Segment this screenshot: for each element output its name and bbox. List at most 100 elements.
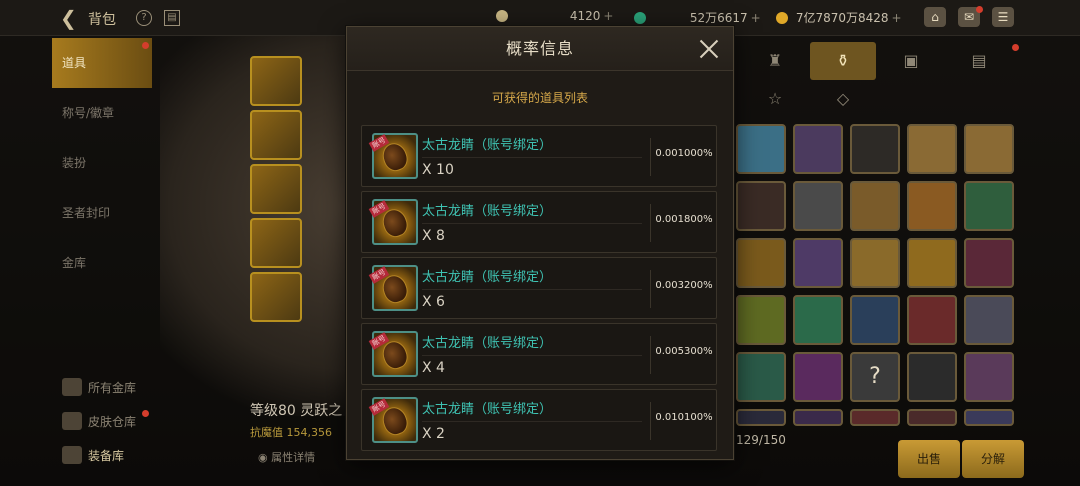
grid-item[interactable] — [850, 238, 900, 288]
grid-item[interactable] — [907, 352, 957, 402]
grid-item[interactable] — [736, 181, 786, 231]
grid-item[interactable] — [793, 124, 843, 174]
reward-qty: X 10 — [422, 162, 454, 178]
add-jade-icon[interactable]: + — [751, 11, 761, 25]
skin-storage-button[interactable]: 皮肤仓库 — [62, 412, 136, 430]
tab-helmet-icon[interactable]: ♜ — [742, 42, 808, 80]
gold-coin-icon — [776, 12, 788, 24]
add-moon-icon[interactable]: + — [603, 9, 613, 23]
back-arrow-icon[interactable]: ❮ — [60, 6, 77, 30]
column-divider — [650, 204, 651, 242]
grid-item[interactable] — [907, 295, 957, 345]
reward-name: 太古龙睛（账号绑定） — [422, 402, 553, 417]
help-icon[interactable]: ? — [136, 10, 152, 26]
grid-item[interactable] — [736, 352, 786, 402]
reward-row: 账号 太古龙睛（账号绑定） X 10 0.001000% — [361, 125, 717, 187]
chat-icon[interactable]: ☰ — [992, 7, 1014, 27]
reward-row: 账号 太古龙睛（账号绑定） X 2 0.010100% — [361, 389, 717, 451]
close-icon[interactable] — [697, 37, 721, 61]
grid-item[interactable] — [736, 238, 786, 288]
grid-item[interactable] — [736, 409, 786, 426]
equip-slot[interactable] — [250, 272, 302, 322]
nav-item-outfits[interactable]: 装扮 — [52, 138, 152, 188]
dragon-eye-seed-icon[interactable]: 账号 — [368, 397, 418, 443]
grid-item[interactable] — [964, 238, 1014, 288]
grid-item[interactable] — [793, 181, 843, 231]
equip-slot[interactable] — [250, 164, 302, 214]
nav-item-titles[interactable]: 称号/徽章 — [52, 88, 152, 138]
character-level-name: 等级80 灵跃之 — [250, 403, 343, 419]
tab-box-icon[interactable]: ▣ — [878, 42, 944, 80]
tab-star-icon[interactable]: ☆ — [742, 80, 808, 118]
tab-potion-icon[interactable]: ⚱ — [810, 42, 876, 80]
equip-slot[interactable] — [250, 110, 302, 160]
row-divider — [422, 289, 642, 290]
grid-item[interactable] — [907, 409, 957, 426]
grid-item[interactable] — [907, 124, 957, 174]
column-divider — [650, 336, 651, 374]
row-divider — [422, 355, 642, 356]
tab-badge — [1012, 44, 1019, 51]
guide-book-icon[interactable]: ▤ — [164, 10, 180, 26]
equip-slot[interactable] — [250, 56, 302, 106]
equip-slot[interactable] — [250, 218, 302, 268]
grid-item[interactable] — [907, 238, 957, 288]
grid-item[interactable] — [964, 124, 1014, 174]
grid-item[interactable] — [736, 124, 786, 174]
grid-item[interactable] — [793, 352, 843, 402]
reward-name: 太古龙睛（账号绑定） — [422, 138, 553, 153]
grid-item[interactable] — [964, 181, 1014, 231]
grid-item[interactable] — [964, 409, 1014, 426]
grid-item[interactable] — [736, 295, 786, 345]
nav-item-vault[interactable]: 金库 — [52, 238, 152, 288]
grid-item[interactable] — [793, 295, 843, 345]
all-vault-button[interactable]: 所有金库 — [62, 378, 136, 396]
grid-item[interactable] — [793, 409, 843, 426]
sell-button[interactable]: 出售 — [898, 440, 960, 478]
grid-item[interactable] — [850, 124, 900, 174]
skin-icon — [62, 412, 82, 430]
tab-diamond-icon[interactable]: ◇ — [810, 80, 876, 118]
currency-moon: 4120 + — [496, 9, 613, 23]
currency-gold-value: 7亿7870万8428 — [795, 11, 889, 25]
nav-item-seal[interactable]: 圣者封印 — [52, 188, 152, 238]
equipment-storage-label: 装备库 — [88, 449, 125, 463]
moon-coin-icon — [496, 10, 508, 22]
grid-item[interactable] — [850, 409, 900, 426]
character-info: 等级80 灵跃之 抗魔值 154,356 — [250, 400, 342, 440]
dragon-eye-seed-icon[interactable]: 账号 — [368, 331, 418, 377]
currency-moon-value: 4120 — [569, 9, 601, 23]
dragon-eye-seed-icon[interactable]: 账号 — [368, 265, 418, 311]
reward-qty: X 4 — [422, 360, 445, 376]
modal-subtitle: 可获得的道具列表 — [491, 91, 588, 105]
currency-gold: 7亿7870万8428 + — [776, 9, 902, 26]
shop-icon[interactable]: ⌂ — [924, 7, 946, 27]
reward-qty: X 2 — [422, 426, 445, 442]
page-title: 背包 — [88, 12, 116, 28]
unknown-item-icon[interactable]: ? — [850, 352, 900, 402]
grid-item[interactable] — [907, 181, 957, 231]
item-grid: ? — [736, 124, 1024, 426]
decompose-button[interactable]: 分解 — [962, 440, 1024, 478]
reward-list: 账号 太古龙睛（账号绑定） X 10 0.001000% 账号 太古龙睛（账号绑… — [361, 125, 719, 455]
currency-jade: 52万6617 + — [634, 9, 761, 26]
dragon-eye-seed-icon[interactable]: 账号 — [368, 199, 418, 245]
grid-item[interactable] — [964, 352, 1014, 402]
attr-details-button[interactable]: ◉ 属性详情 — [258, 449, 315, 471]
nav-item-items[interactable]: 道具 — [52, 38, 152, 88]
reward-probability: 0.010100% — [655, 412, 713, 423]
grid-item[interactable] — [850, 181, 900, 231]
grid-item[interactable] — [964, 295, 1014, 345]
reward-row: 账号 太古龙睛（账号绑定） X 6 0.003200% — [361, 257, 717, 319]
equipment-storage-button[interactable]: 装备库 — [62, 446, 124, 464]
grid-item[interactable] — [850, 295, 900, 345]
tab-scroll-icon[interactable]: ▤ — [946, 42, 1012, 80]
add-gold-icon[interactable]: + — [892, 11, 902, 25]
probability-modal: 概率信息 可获得的道具列表 账号 太古龙睛（账号绑定） X 10 0.00100… — [346, 26, 734, 460]
reward-name: 太古龙睛（账号绑定） — [422, 204, 553, 219]
reward-probability: 0.003200% — [655, 280, 713, 291]
dragon-eye-seed-icon[interactable]: 账号 — [368, 133, 418, 179]
reward-row: 账号 太古龙睛（账号绑定） X 4 0.005300% — [361, 323, 717, 385]
grid-item[interactable] — [793, 238, 843, 288]
bag-capacity: 129/150 — [736, 433, 786, 447]
